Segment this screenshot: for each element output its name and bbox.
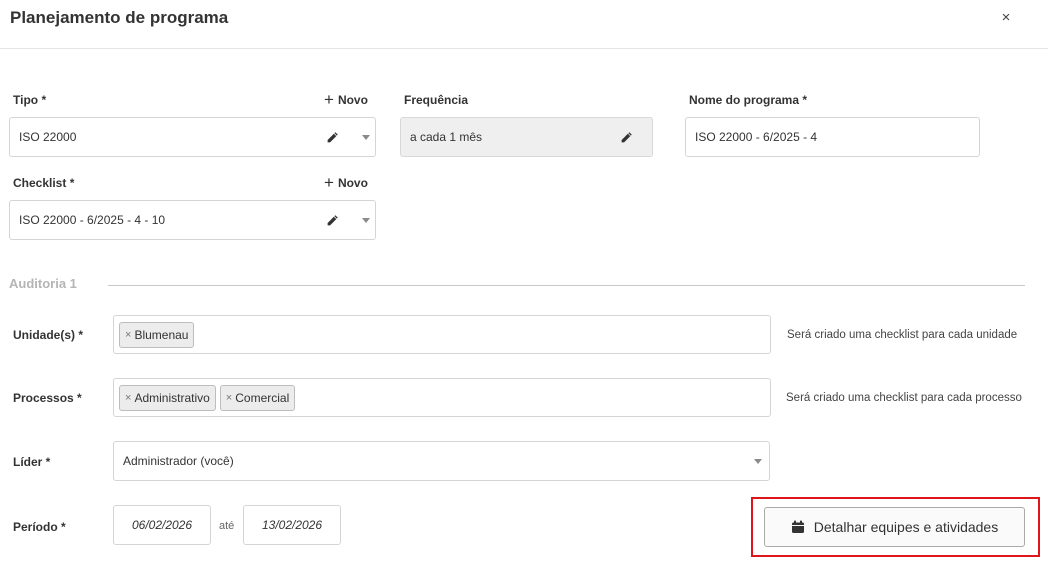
tag-label: Blumenau (134, 327, 189, 342)
modal-title: Planejamento de programa (10, 8, 229, 27)
tipo-novo-button[interactable]: + Novo (324, 90, 368, 109)
detalhar-equipes-button[interactable]: Detalhar equipes e atividades (764, 507, 1025, 547)
tipo-select[interactable]: ISO 22000 (9, 117, 376, 157)
lider-label: Líder * (13, 455, 51, 469)
processos-hint: Será criado uma checklist para cada proc… (786, 392, 1022, 404)
nome-programa-input[interactable]: ISO 22000 - 6/2025 - 4 (685, 117, 980, 157)
close-icon[interactable]: × (995, 7, 1017, 29)
checklist-label: Checklist * (13, 176, 75, 190)
frequencia-value: a cada 1 mês (410, 130, 483, 144)
nome-programa-label: Nome do programa * (689, 93, 808, 107)
periodo-end-input[interactable]: 13/02/2026 (243, 505, 341, 545)
caret-down-icon (754, 459, 762, 464)
lider-value: Administrador (você) (123, 454, 234, 468)
pencil-icon[interactable] (326, 131, 339, 144)
lider-select[interactable]: Administrador (você) (113, 441, 770, 481)
plus-icon: + (324, 90, 334, 109)
auditoria-section-title: Auditoria 1 (9, 276, 77, 291)
modal-header: Planejamento de programa × (0, 0, 1048, 49)
nome-programa-value: ISO 22000 - 6/2025 - 4 (695, 130, 818, 144)
tag-processo: × Comercial (219, 384, 296, 411)
periodo-start-input[interactable]: 06/02/2026 (113, 505, 211, 545)
tag-remove-icon[interactable]: × (125, 392, 131, 404)
checklist-novo-button[interactable]: + Novo (324, 173, 368, 192)
tag-processo: × Administrativo (119, 384, 216, 411)
unidades-label: Unidade(s) * (13, 328, 84, 342)
tag-label: Comercial (235, 390, 290, 405)
unidades-hint: Será criado uma checklist para cada unid… (787, 329, 1018, 341)
checklist-select[interactable]: ISO 22000 - 6/2025 - 4 - 10 (9, 200, 376, 240)
calendar-icon (791, 520, 804, 533)
pencil-icon[interactable] (620, 131, 633, 144)
plus-icon: + (324, 173, 334, 192)
tipo-label: Tipo * (13, 93, 47, 107)
tag-remove-icon[interactable]: × (226, 392, 232, 404)
frequencia-label: Frequência (404, 93, 469, 107)
checklist-novo-label: Novo (337, 176, 368, 190)
checklist-value: ISO 22000 - 6/2025 - 4 - 10 (19, 213, 166, 227)
pencil-icon[interactable] (326, 214, 339, 227)
caret-down-icon (362, 135, 370, 140)
processos-multiselect[interactable]: × Administrativo × Comercial (113, 378, 771, 417)
tipo-novo-label: Novo (337, 93, 368, 107)
tag-label: Administrativo (134, 390, 210, 405)
tag-remove-icon[interactable]: × (125, 329, 131, 341)
section-divider (108, 285, 1025, 286)
caret-down-icon (362, 218, 370, 223)
detalhar-equipes-label: Detalhar equipes e atividades (813, 519, 999, 535)
periodo-separator: até (219, 520, 235, 532)
tipo-value: ISO 22000 (19, 130, 77, 144)
periodo-label: Período * (13, 520, 66, 534)
frequencia-field: a cada 1 mês (400, 117, 653, 157)
tag-unidade: × Blumenau (119, 321, 195, 348)
unidades-multiselect[interactable]: × Blumenau (113, 315, 771, 354)
processos-label: Processos * (13, 391, 82, 405)
